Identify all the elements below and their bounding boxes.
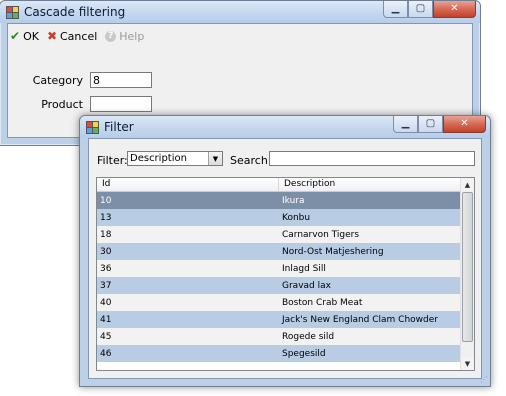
x-icon: ✖ bbox=[46, 29, 57, 43]
minimize-icon[interactable]: ▁ bbox=[383, 1, 408, 18]
cell-id: 46 bbox=[100, 349, 112, 359]
main-toolbar: ✔ OK ✖ Cancel ? Help bbox=[10, 26, 144, 46]
resize-grip-icon[interactable]: ⋰ bbox=[480, 375, 488, 384]
table-row[interactable]: 18 Carnarvon Tigers bbox=[97, 226, 461, 243]
cell-id: 18 bbox=[100, 230, 112, 240]
cell-id: 36 bbox=[100, 264, 112, 274]
cell-description: Spegesild bbox=[282, 349, 326, 359]
close-icon[interactable]: ✕ bbox=[433, 1, 476, 18]
checkmark-icon: ✔ bbox=[10, 29, 21, 43]
table-row[interactable]: 40 Boston Crab Meat bbox=[97, 294, 461, 311]
filter-titlebar[interactable]: Filter ▁ ▢ ✕ bbox=[80, 116, 490, 138]
table-row[interactable]: 30 Nord-Ost Matjeshering bbox=[97, 243, 461, 260]
scroll-down-icon[interactable]: ▼ bbox=[461, 357, 474, 370]
filter-label: Filter: bbox=[97, 154, 128, 167]
main-titlebar[interactable]: Cascade filtering ▁ ▢ ✕ bbox=[0, 1, 480, 23]
scroll-thumb[interactable] bbox=[462, 192, 473, 342]
category-field[interactable]: 8 bbox=[90, 72, 152, 88]
table-row[interactable]: 37 Gravad lax bbox=[97, 277, 461, 294]
table-row[interactable]: 45 Rogede sild bbox=[97, 328, 461, 345]
cell-id: 40 bbox=[100, 298, 112, 308]
category-label: Category bbox=[32, 74, 83, 87]
column-header-description[interactable]: Description bbox=[279, 178, 461, 191]
help-button[interactable]: ? Help bbox=[105, 30, 144, 43]
grid-header: Id Description bbox=[97, 178, 461, 192]
filter-dropdown-value: Description bbox=[130, 153, 187, 164]
cell-id: 10 bbox=[100, 196, 112, 206]
cell-description: Gravad lax bbox=[282, 281, 331, 291]
table-row[interactable]: 36 Inlagd Sill bbox=[97, 260, 461, 277]
help-icon: ? bbox=[105, 30, 117, 42]
cell-description: Konbu bbox=[282, 213, 311, 223]
ok-button[interactable]: ✔ OK bbox=[10, 29, 39, 43]
app-icon bbox=[86, 121, 99, 134]
table-row[interactable]: 13 Konbu bbox=[97, 209, 461, 226]
ok-label: OK bbox=[23, 29, 39, 43]
cell-description: Carnarvon Tigers bbox=[282, 230, 360, 240]
search-label: Search: bbox=[230, 154, 272, 167]
filter-client-area: Filter: Description ▼ Search: Id Descrip… bbox=[88, 138, 482, 379]
cell-description: Ikura bbox=[282, 196, 305, 206]
filter-dropdown[interactable]: Description ▼ bbox=[127, 151, 223, 166]
cell-description: Boston Crab Meat bbox=[282, 298, 363, 308]
app-icon bbox=[6, 6, 19, 19]
maximize-icon[interactable]: ▢ bbox=[408, 1, 433, 18]
minimize-icon[interactable]: ▁ bbox=[393, 116, 418, 133]
main-window-title: Cascade filtering bbox=[24, 5, 126, 19]
cancel-label: Cancel bbox=[60, 29, 98, 43]
filter-window: Filter ▁ ▢ ✕ Filter: Description ▼ Searc… bbox=[79, 115, 491, 387]
cell-id: 30 bbox=[100, 247, 112, 257]
cancel-button[interactable]: ✖ Cancel bbox=[47, 29, 97, 43]
cell-description: Rogede sild bbox=[282, 332, 335, 342]
scroll-up-icon[interactable]: ▲ bbox=[461, 178, 474, 191]
cell-id: 45 bbox=[100, 332, 112, 342]
cell-id: 37 bbox=[100, 281, 112, 291]
product-field[interactable] bbox=[90, 96, 152, 112]
table-row[interactable]: 10 Ikura bbox=[97, 192, 461, 209]
search-input[interactable] bbox=[269, 151, 475, 166]
chevron-down-icon[interactable]: ▼ bbox=[208, 152, 222, 165]
vertical-scrollbar[interactable]: ▲ ▼ bbox=[460, 178, 474, 370]
cell-description: Inlagd Sill bbox=[282, 264, 326, 274]
maximize-icon[interactable]: ▢ bbox=[418, 116, 443, 133]
column-header-id[interactable]: Id bbox=[97, 178, 279, 191]
table-row[interactable]: 41 Jack's New England Clam Chowder bbox=[97, 311, 461, 328]
results-grid[interactable]: Id Description 10 Ikura 13 Konbu 18 Carnarvon… bbox=[96, 177, 475, 371]
cell-description: Nord-Ost Matjeshering bbox=[282, 247, 384, 257]
close-icon[interactable]: ✕ bbox=[443, 116, 486, 133]
product-label: Product bbox=[41, 98, 83, 111]
cell-id: 41 bbox=[100, 315, 112, 325]
help-label: Help bbox=[119, 29, 145, 43]
cell-id: 13 bbox=[100, 213, 112, 223]
filter-window-title: Filter bbox=[104, 120, 134, 134]
table-row[interactable]: 46 Spegesild bbox=[97, 345, 461, 362]
cell-description: Jack's New England Clam Chowder bbox=[282, 315, 438, 325]
